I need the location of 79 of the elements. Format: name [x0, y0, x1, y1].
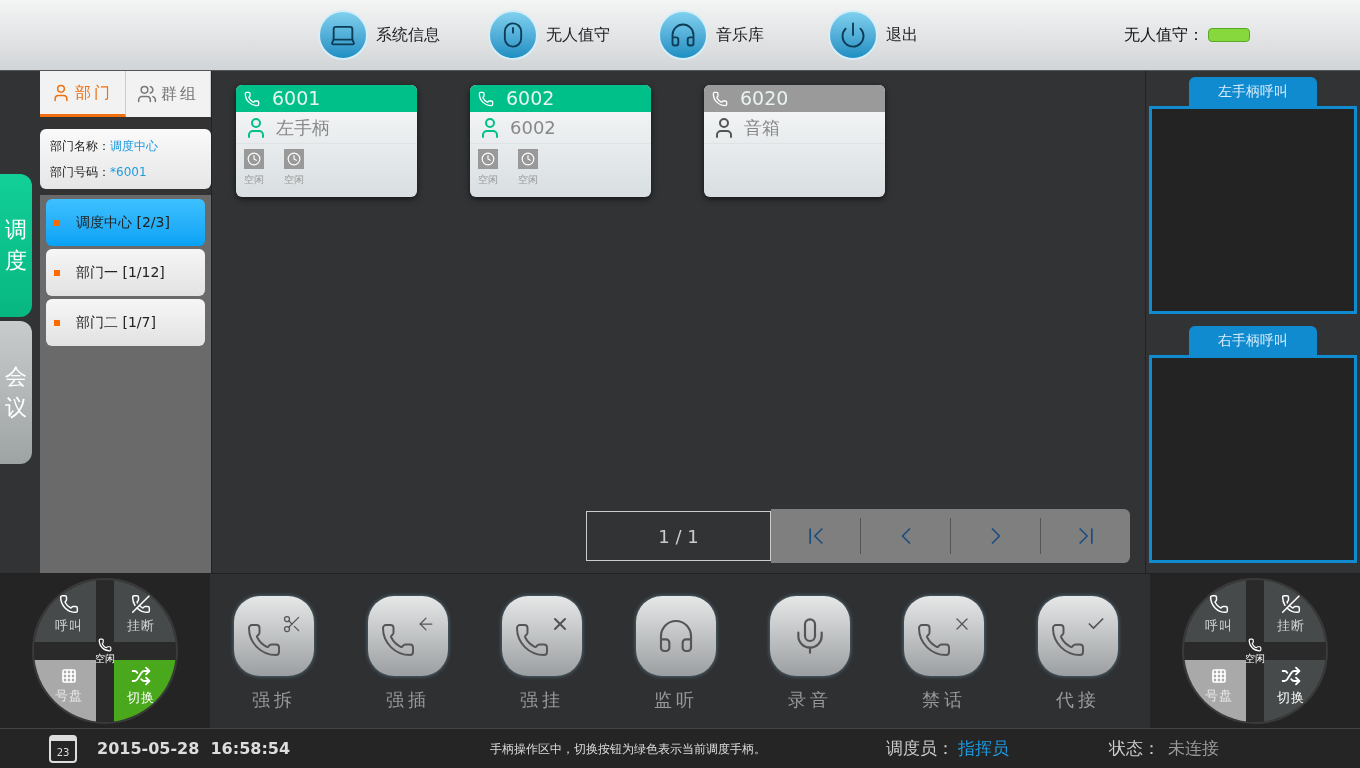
keypad-icon	[61, 668, 77, 685]
extension-header: 6001	[236, 85, 417, 112]
phone-icon	[98, 638, 112, 652]
action-button[interactable]	[1038, 596, 1118, 676]
clock-icon	[518, 149, 538, 169]
mouse-icon	[488, 10, 538, 60]
people-icon	[136, 84, 157, 104]
department-item[interactable]: 部门二 [1/7]	[46, 299, 205, 346]
info-label: 部门号码：	[50, 164, 110, 181]
page-indicator: 1 / 1	[586, 511, 771, 561]
phone-scissors-icon	[246, 614, 302, 658]
unattended-label: 无人值守：	[1124, 24, 1204, 46]
phone-icon	[712, 90, 728, 107]
calendar-icon: 23	[49, 734, 77, 763]
hint-text: 手柄操作区中，切换按钮为绿色表示当前调度手柄。	[490, 740, 767, 758]
action-label: 录音	[787, 688, 833, 712]
state-label: 状态：	[1109, 736, 1161, 760]
action-label: 禁话	[921, 688, 967, 712]
info-value: *6001	[110, 164, 147, 181]
date-time: 2015-05-28 16:58:54	[97, 737, 291, 760]
action-button[interactable]	[368, 596, 448, 676]
hangup-button[interactable]: 挂断	[114, 580, 176, 642]
extension-name: 6002	[510, 116, 556, 140]
line-status: 空闲	[518, 173, 538, 187]
headphones-icon	[658, 10, 708, 60]
hang-up-icon	[131, 594, 151, 615]
hang-up-icon	[1281, 594, 1301, 615]
operator-name: 指挥员	[958, 736, 1010, 760]
switch-button[interactable]: 切换	[1264, 660, 1326, 722]
info-value: 调度中心	[110, 138, 158, 155]
action-label: 强拆	[251, 688, 297, 712]
unattended-toggle[interactable]	[1208, 28, 1250, 42]
action-label: 代接	[1055, 688, 1101, 712]
extension-name: 左手柄	[276, 116, 330, 140]
shuffle-icon	[1281, 666, 1301, 687]
clock-icon	[284, 149, 304, 169]
line-status: 空闲	[284, 173, 304, 187]
action-label: 强插	[385, 688, 431, 712]
keypad-icon	[1211, 668, 1227, 685]
action-button[interactable]	[636, 596, 716, 676]
phone-icon	[1248, 638, 1262, 652]
line-status: 空闲	[478, 173, 498, 187]
department-item[interactable]: 调度中心 [2/3]	[46, 199, 205, 246]
action-button[interactable]	[234, 596, 314, 676]
nav-button[interactable]: 无人值守	[488, 10, 658, 60]
clock-icon	[244, 149, 264, 169]
extension-name: 音箱	[744, 116, 780, 140]
extension-header: 6002	[470, 85, 651, 112]
power-icon	[828, 10, 878, 60]
shuffle-icon	[131, 666, 151, 687]
phone-icon	[59, 594, 79, 615]
handset-status: 空闲	[94, 634, 116, 668]
action-label: 监听	[653, 688, 699, 712]
clock-icon	[478, 149, 498, 169]
action-button[interactable]	[770, 596, 850, 676]
action-button[interactable]	[502, 596, 582, 676]
handset-status: 空闲	[1244, 634, 1266, 668]
phone-icon	[244, 90, 260, 107]
nav-button[interactable]: 退出	[828, 10, 998, 60]
department-item[interactable]: 部门一 [1/12]	[46, 249, 205, 296]
laptop-icon	[318, 10, 368, 60]
state-value: 未连接	[1168, 736, 1220, 760]
hangup-button[interactable]: 挂断	[1264, 580, 1326, 642]
bullet-icon	[54, 319, 60, 326]
action-button[interactable]	[904, 596, 984, 676]
line-status: 空闲	[244, 173, 264, 187]
extension-header: 6020	[704, 85, 885, 112]
nav-button[interactable]: 系统信息	[318, 10, 488, 60]
operator-label: 调度员：	[886, 736, 955, 760]
phone-icon	[1209, 594, 1229, 615]
call-button[interactable]: 呼叫	[1184, 580, 1246, 642]
info-label: 部门名称：	[50, 138, 110, 155]
action-label: 强挂	[519, 688, 565, 712]
phone-icon	[478, 90, 494, 107]
bullet-icon	[54, 269, 60, 276]
nav-button[interactable]: 音乐库	[658, 10, 828, 60]
extension-card[interactable]: 6020 音箱	[704, 85, 885, 197]
call-button[interactable]: 呼叫	[34, 580, 96, 642]
bullet-icon	[54, 219, 60, 226]
